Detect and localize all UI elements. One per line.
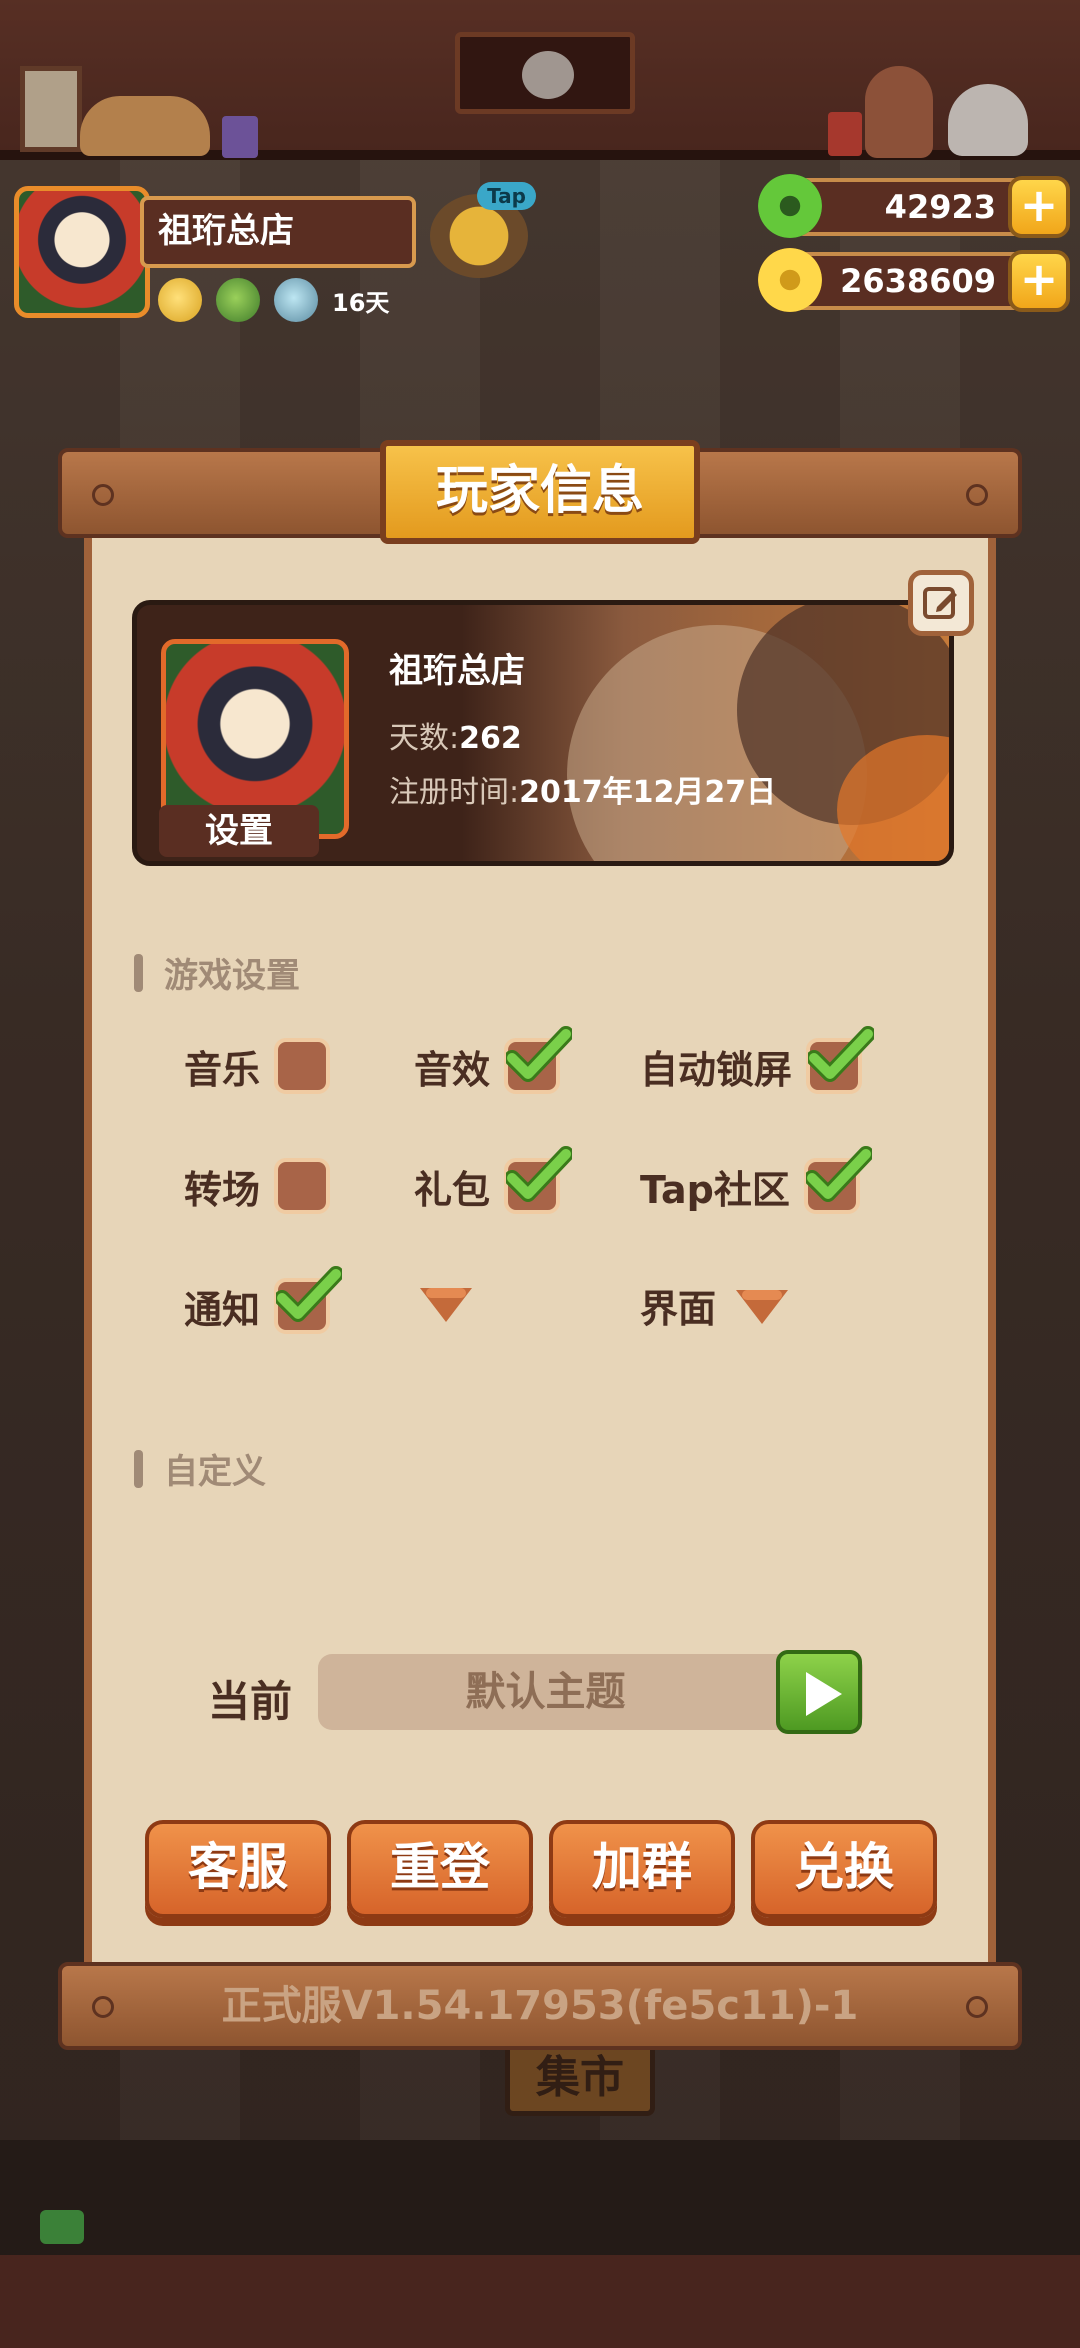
coin-counter: 2638609 + xyxy=(758,248,1070,312)
shop-name-label: 祖珩总店 xyxy=(140,196,416,268)
days-label: 天数: xyxy=(389,721,460,756)
tap-badge-label: Tap xyxy=(477,182,536,210)
frog-buff-icon[interactable] xyxy=(216,278,260,322)
checkmark-icon xyxy=(506,1026,573,1082)
panel-bottom-rail: 正式服V1.54.17953(fe5c11)-1 xyxy=(58,1962,1022,2050)
gift-pack-label: 礼包 xyxy=(414,1167,491,1212)
add-jade-button[interactable]: + xyxy=(1008,176,1070,238)
music-label: 音乐 xyxy=(184,1047,261,1092)
custom-heading-text: 自定义 xyxy=(164,1452,266,1492)
profile-card: 设置 祖珩总店 天数:262 注册时间:2017年12月27日 xyxy=(132,600,954,866)
interface-label: 界面 xyxy=(640,1287,717,1331)
version-label: 正式服V1.54.17953(fe5c11)-1 xyxy=(221,1983,859,2029)
option-gift-pack[interactable]: 礼包 xyxy=(414,1146,573,1214)
checkmark-icon xyxy=(808,1026,875,1082)
coin-icon xyxy=(758,248,822,312)
game-settings-heading-text: 游戏设置 xyxy=(164,956,300,996)
jade-value: 42923 xyxy=(884,188,996,226)
redeem-button[interactable]: 兑换 xyxy=(751,1820,937,1918)
profile-days: 天数:262 xyxy=(389,713,522,757)
option-tap-community[interactable]: Tap社区 xyxy=(640,1146,872,1214)
music-checkbox[interactable] xyxy=(274,1038,331,1094)
customer-service-button[interactable]: 客服 xyxy=(145,1820,331,1918)
register-label: 注册时间: xyxy=(389,775,520,810)
option-music[interactable]: 音乐 xyxy=(184,1038,331,1094)
join-group-button[interactable]: 加群 xyxy=(549,1820,735,1918)
chevron-down-icon[interactable] xyxy=(420,1288,472,1328)
edit-profile-button[interactable] xyxy=(908,570,974,636)
sound-effects-checkbox[interactable] xyxy=(504,1026,573,1094)
panel-title: 玩家信息 xyxy=(380,440,700,544)
notification-label: 通知 xyxy=(184,1287,261,1332)
auto-lock-checkbox[interactable] xyxy=(806,1026,875,1094)
add-coin-button[interactable]: + xyxy=(1008,250,1070,312)
rail-knob xyxy=(966,484,988,506)
bowl-buff-icon[interactable] xyxy=(274,278,318,322)
option-interface[interactable]: 界面 xyxy=(640,1278,789,1333)
transition-label: 转场 xyxy=(184,1167,261,1212)
option-notification[interactable]: 通知 xyxy=(184,1266,343,1334)
checkmark-icon xyxy=(506,1146,573,1202)
jade-icon xyxy=(758,174,822,238)
register-value: 2017年12月27日 xyxy=(519,775,777,810)
checkmark-icon xyxy=(805,1146,872,1202)
game-settings-heading: 游戏设置 xyxy=(134,948,300,997)
coin-value: 2638609 xyxy=(840,262,996,300)
player-avatar[interactable] xyxy=(14,186,150,318)
edit-icon xyxy=(923,587,957,619)
gift-pack-checkbox[interactable] xyxy=(504,1146,573,1214)
tap-community-button[interactable]: Tap xyxy=(430,182,536,278)
jade-counter: 42923 + xyxy=(758,174,1070,238)
play-icon[interactable] xyxy=(776,1650,862,1734)
auto-lock-label: 自动锁屏 xyxy=(640,1047,793,1092)
transition-checkbox[interactable] xyxy=(274,1158,331,1214)
tap-community-label: Tap社区 xyxy=(640,1167,790,1212)
notification-checkbox[interactable] xyxy=(274,1266,343,1334)
option-sound-effects[interactable]: 音效 xyxy=(414,1026,573,1094)
avatar-settings-button[interactable]: 设置 xyxy=(159,805,319,857)
action-buttons: 客服 重登 加群 兑换 xyxy=(145,1820,937,1918)
relogin-button[interactable]: 重登 xyxy=(347,1820,533,1918)
profile-name: 祖珩总店 xyxy=(389,651,525,691)
profile-register-date: 注册时间:2017年12月27日 xyxy=(389,767,776,811)
coin-buff-icon[interactable] xyxy=(158,278,202,322)
option-language-dropdown[interactable] xyxy=(400,1288,472,1328)
checkmark-icon xyxy=(276,1266,343,1322)
status-icons: 16天 xyxy=(158,278,389,322)
option-transition[interactable]: 转场 xyxy=(184,1158,331,1214)
rail-knob xyxy=(92,484,114,506)
sound-effects-label: 音效 xyxy=(414,1047,491,1092)
custom-heading: 自定义 xyxy=(134,1444,266,1493)
chevron-down-icon[interactable] xyxy=(736,1289,789,1330)
days-value: 262 xyxy=(459,721,522,756)
days-remaining: 16天 xyxy=(332,288,390,317)
option-auto-lock[interactable]: 自动锁屏 xyxy=(640,1026,875,1094)
tap-community-checkbox[interactable] xyxy=(803,1146,872,1214)
current-theme-label: 当前 xyxy=(208,1677,293,1726)
